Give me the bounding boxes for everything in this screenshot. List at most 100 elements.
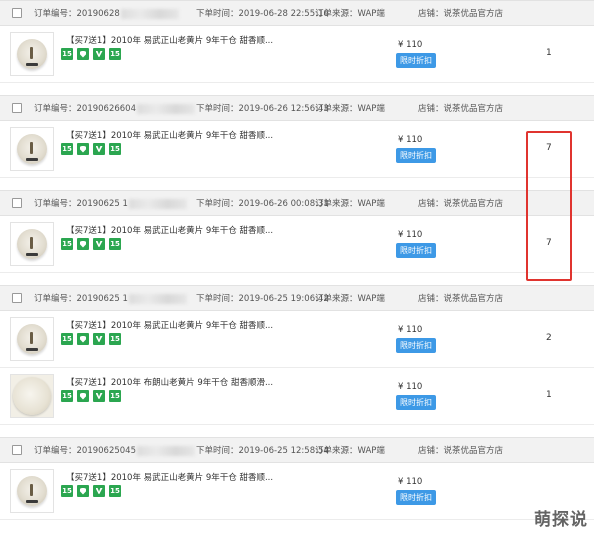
order-header: 订单编号：20190625 1 下单时间：2019-06-26 00:08:31 订… [0, 190, 594, 216]
shield-shape [80, 335, 86, 343]
day-return-badge-icon: 15 [61, 48, 73, 60]
redacted-order-number [120, 8, 179, 19]
item-price: ¥ 110 [398, 382, 423, 392]
day-return-badge-icon: 15 [109, 390, 121, 402]
tea-cake-image [17, 39, 47, 69]
order-store-value: 说茶优品官方店 [443, 199, 504, 209]
order-store: 店铺：说茶优品官方店 [418, 444, 503, 456]
v-shape [95, 488, 103, 494]
order-number: 订单编号：20190625 1 [34, 292, 187, 304]
order-gap [0, 425, 594, 437]
item-price: ¥ 110 [398, 40, 423, 50]
product-title[interactable]: 【买7送1】2010年 易武正山老黄片 9年干仓 甜香顺... [66, 471, 273, 483]
guarantee-shield-icon [77, 485, 89, 497]
shield-shape [80, 145, 86, 153]
shield-shape [80, 240, 86, 248]
service-badges: 15 15 [61, 390, 121, 402]
order-number-value: 20190628 [76, 9, 120, 19]
product-thumbnail[interactable] [10, 317, 54, 361]
order-source-label: 订单来源： [315, 104, 358, 114]
v-shape [95, 51, 103, 57]
redacted-order-number [128, 198, 187, 209]
promo-tag: 限时折扣 [396, 53, 436, 68]
order-checkbox[interactable] [12, 103, 22, 113]
order-store-value: 说茶优品官方店 [443, 294, 504, 304]
day-return-badge-icon: 15 [61, 143, 73, 155]
order-time-label: 下单时间： [196, 9, 239, 19]
guarantee-shield-icon [77, 143, 89, 155]
order-source: 订单来源：WAP端 [315, 7, 385, 19]
tea-cake-image [17, 324, 47, 354]
product-thumbnail[interactable] [10, 222, 54, 266]
watermark: 萌探说 [534, 510, 588, 530]
v-shape [95, 336, 103, 342]
order-number-value: 20190626604 [76, 104, 137, 114]
product-thumbnail[interactable] [10, 127, 54, 171]
order-time-label: 下单时间： [196, 104, 239, 114]
order-header: 订单编号：20190626604 下单时间：2019-06-26 12:56:43… [0, 95, 594, 121]
shield-shape [80, 487, 86, 495]
order-item-row: 【买7送1】2010年 易武正山老黄片 9年干仓 甜香顺... 15 15 ¥ 110… [0, 26, 594, 83]
day-return-badge-icon: 15 [61, 485, 73, 497]
product-thumbnail[interactable] [10, 32, 54, 76]
order-checkbox[interactable] [12, 198, 22, 208]
order-checkbox[interactable] [12, 8, 22, 18]
order-store-label: 店铺： [418, 9, 444, 19]
order-list: 订单编号：20190628 下单时间：2019-06-28 22:55:16 订单来… [0, 0, 594, 520]
product-title[interactable]: 【买7送1】2010年 易武正山老黄片 9年干仓 甜香顺... [66, 224, 273, 236]
v-shape [95, 393, 103, 399]
order-source-label: 订单来源： [315, 294, 358, 304]
order-number: 订单编号：20190625 1 [34, 197, 187, 209]
day-return-badge-icon: 15 [109, 238, 121, 250]
order-checkbox[interactable] [12, 445, 22, 455]
order-header: 订单编号：20190625 1 下单时间：2019-06-25 19:06:42 订… [0, 285, 594, 311]
promo-tag: 限时折扣 [396, 148, 436, 163]
tea-cake-image [13, 377, 51, 415]
order-time: 下单时间：2019-06-26 00:08:31 [196, 197, 329, 209]
order-time: 下单时间：2019-06-26 12:56:43 [196, 102, 329, 114]
verified-v-icon [93, 48, 105, 60]
product-title[interactable]: 【买7送1】2010年 易武正山老黄片 9年干仓 甜香顺... [66, 319, 273, 331]
order-source: 订单来源：WAP端 [315, 444, 385, 456]
order-item-row: 【买7送1】2010年 易武正山老黄片 9年干仓 甜香顺... 15 15 ¥ 110… [0, 311, 594, 368]
order-source-value: WAP端 [357, 294, 385, 304]
product-title[interactable]: 【买7送1】2010年 易武正山老黄片 9年干仓 甜香顺... [66, 34, 273, 46]
shield-shape [80, 392, 86, 400]
guarantee-shield-icon [77, 238, 89, 250]
guarantee-shield-icon [77, 333, 89, 345]
redacted-order-number [128, 293, 187, 304]
order-block: 订单编号：20190626604 下单时间：2019-06-26 12:56:43… [0, 95, 594, 178]
order-source-value: WAP端 [357, 104, 385, 114]
v-shape [95, 146, 103, 152]
order-header: 订单编号：20190625045 下单时间：2019-06-25 12:58:54… [0, 437, 594, 463]
order-store: 店铺：说茶优品官方店 [418, 292, 503, 304]
order-store-label: 店铺： [418, 199, 444, 209]
order-checkbox[interactable] [12, 293, 22, 303]
product-thumbnail[interactable] [10, 374, 54, 418]
order-number-label: 订单编号： [34, 104, 77, 114]
product-title[interactable]: 【买7送1】2010年 布朗山老黄片 9年干仓 甜香顺滑... [66, 376, 273, 388]
order-source: 订单来源：WAP端 [315, 102, 385, 114]
order-gap [0, 83, 594, 95]
product-thumbnail[interactable] [10, 469, 54, 513]
order-gap [0, 273, 594, 285]
tea-cake-image [17, 476, 47, 506]
order-source-label: 订单来源： [315, 9, 358, 19]
service-badges: 15 15 [61, 485, 121, 497]
order-gap [0, 178, 594, 190]
order-number-value: 20190625 1 [76, 294, 128, 304]
order-time: 下单时间：2019-06-28 22:55:16 [196, 7, 329, 19]
order-number: 订单编号：20190625045 [34, 444, 196, 456]
tea-cake-image [17, 229, 47, 259]
order-block: 订单编号：20190625 1 下单时间：2019-06-25 19:06:42 订… [0, 285, 594, 425]
order-block: 订单编号：20190625045 下单时间：2019-06-25 12:58:54… [0, 437, 594, 520]
order-time: 下单时间：2019-06-25 19:06:42 [196, 292, 329, 304]
order-store-value: 说茶优品官方店 [443, 446, 504, 456]
shield-shape [80, 50, 86, 58]
order-store: 店铺：说茶优品官方店 [418, 102, 503, 114]
product-title[interactable]: 【买7送1】2010年 易武正山老黄片 9年干仓 甜香顺... [66, 129, 273, 141]
item-quantity: 1 [546, 48, 552, 58]
order-source-value: WAP端 [357, 9, 385, 19]
order-source-label: 订单来源： [315, 199, 358, 209]
order-item-row: 【买7送1】2010年 易武正山老黄片 9年干仓 甜香顺... 15 15 ¥ 110… [0, 463, 594, 520]
